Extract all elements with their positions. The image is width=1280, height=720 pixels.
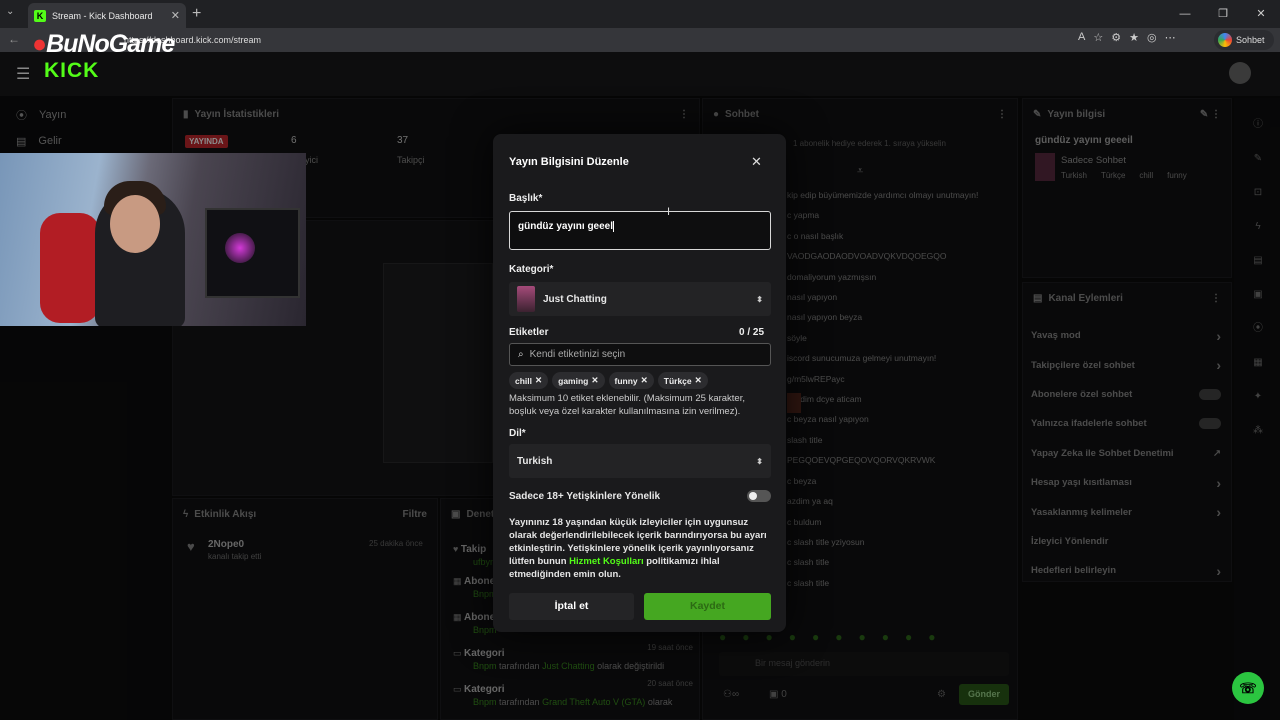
favorites-icon[interactable]: ★ [1129,31,1139,44]
title-input[interactable]: gündüz yayını geeel [509,211,771,250]
tag-chip[interactable]: gaming ✕ [552,372,605,389]
title-label: Başlık* [509,193,543,204]
tag-chip[interactable]: chill ✕ [509,372,549,389]
url-field[interactable]: https://dashboard.kick.com/stream [64,32,1194,48]
tag-chip[interactable]: Türkçe ✕ [657,372,708,389]
remove-tag-icon: ✕ [640,375,648,385]
maximize-icon[interactable]: ❐ [1204,0,1242,28]
adult-content-row: Sadece 18+ Yetişkinlere Yönelik [509,490,771,502]
remove-tag-icon: ✕ [694,375,702,385]
category-thumbnail [517,286,535,312]
favorite-icon[interactable]: ☆ [1093,31,1103,44]
adult-content-description: Yayınınız 18 yaşından küçük izleyiciler … [509,517,767,580]
tags-help-text: Maksimum 10 etiket eklenebilir. (Maksimu… [509,393,745,417]
top-nav [0,52,1280,96]
kick-favicon-icon: K [34,9,46,22]
new-tab-icon[interactable]: + [192,5,201,23]
category-label: Kategori* [509,264,554,275]
close-icon[interactable]: ✕ [751,154,762,170]
close-tab-icon[interactable]: ✕ [171,9,180,22]
tag-input[interactable]: ⌕ Kendi etiketinizi seçin [509,343,771,366]
chevron-updown-icon: ⬍ [756,456,763,466]
chevron-updown-icon: ⬍ [756,294,763,304]
tag-chip[interactable]: funny ✕ [608,372,654,389]
tab-list-icon[interactable]: ⌄ [6,6,14,17]
remove-tag-icon: ✕ [535,375,543,385]
extensions-icon[interactable]: ⚙ [1111,31,1121,44]
cancel-button[interactable]: İptal et [509,593,634,620]
language-label: Dil* [509,428,526,439]
webcam-overlay [0,153,306,326]
search-icon: ⌕ [518,349,524,360]
adult-content-toggle[interactable] [747,490,771,502]
collections-icon[interactable]: ◎ [1147,31,1157,44]
rgb-glow [225,233,255,263]
kick-logo[interactable]: KICK [44,59,99,83]
minimize-icon[interactable]: — [1166,0,1204,28]
back-icon[interactable]: ← [8,32,32,46]
copilot-button[interactable]: Sohbet et [1214,30,1274,65]
streamer-face [110,195,160,253]
more-icon[interactable]: ⋯ [1165,31,1176,44]
window-controls: — ❐ ✕ [1166,0,1280,28]
tags-counter: 0 / 25 [739,327,765,338]
selected-tags: chill ✕ gaming ✕ funny ✕ Türkçe ✕ [509,372,708,389]
gaming-chair [40,213,100,323]
close-window-icon[interactable]: ✕ [1242,0,1280,28]
tags-label: Etiketler [509,327,549,338]
language-select[interactable]: Turkish ⬍ [509,444,771,478]
tab-title: Stream - Kick Dashboard [52,10,153,21]
read-aloud-icon[interactable]: A [1078,31,1085,44]
save-button[interactable]: Kaydet [644,593,771,620]
remove-tag-icon: ✕ [591,375,599,385]
browser-toolbar-icons: A ☆ ⚙ ★ ◎ ⋯ [1078,31,1176,44]
menu-icon[interactable]: ☰ [16,64,30,84]
browser-tab[interactable]: K Stream - Kick Dashboard ✕ [28,3,186,28]
terms-link[interactable]: Hizmet Koşulları [569,556,643,567]
text-cursor-icon: I [667,206,671,218]
edit-stream-info-modal: Yayın Bilgisini Düzenle ✕ Başlık* gündüz… [493,134,786,632]
help-chat-button[interactable]: ☏ [1232,672,1264,704]
modal-title: Yayın Bilgisini Düzenle [509,156,629,168]
user-avatar[interactable] [1229,62,1251,84]
category-select[interactable]: Just Chatting ⬍ [509,282,771,316]
